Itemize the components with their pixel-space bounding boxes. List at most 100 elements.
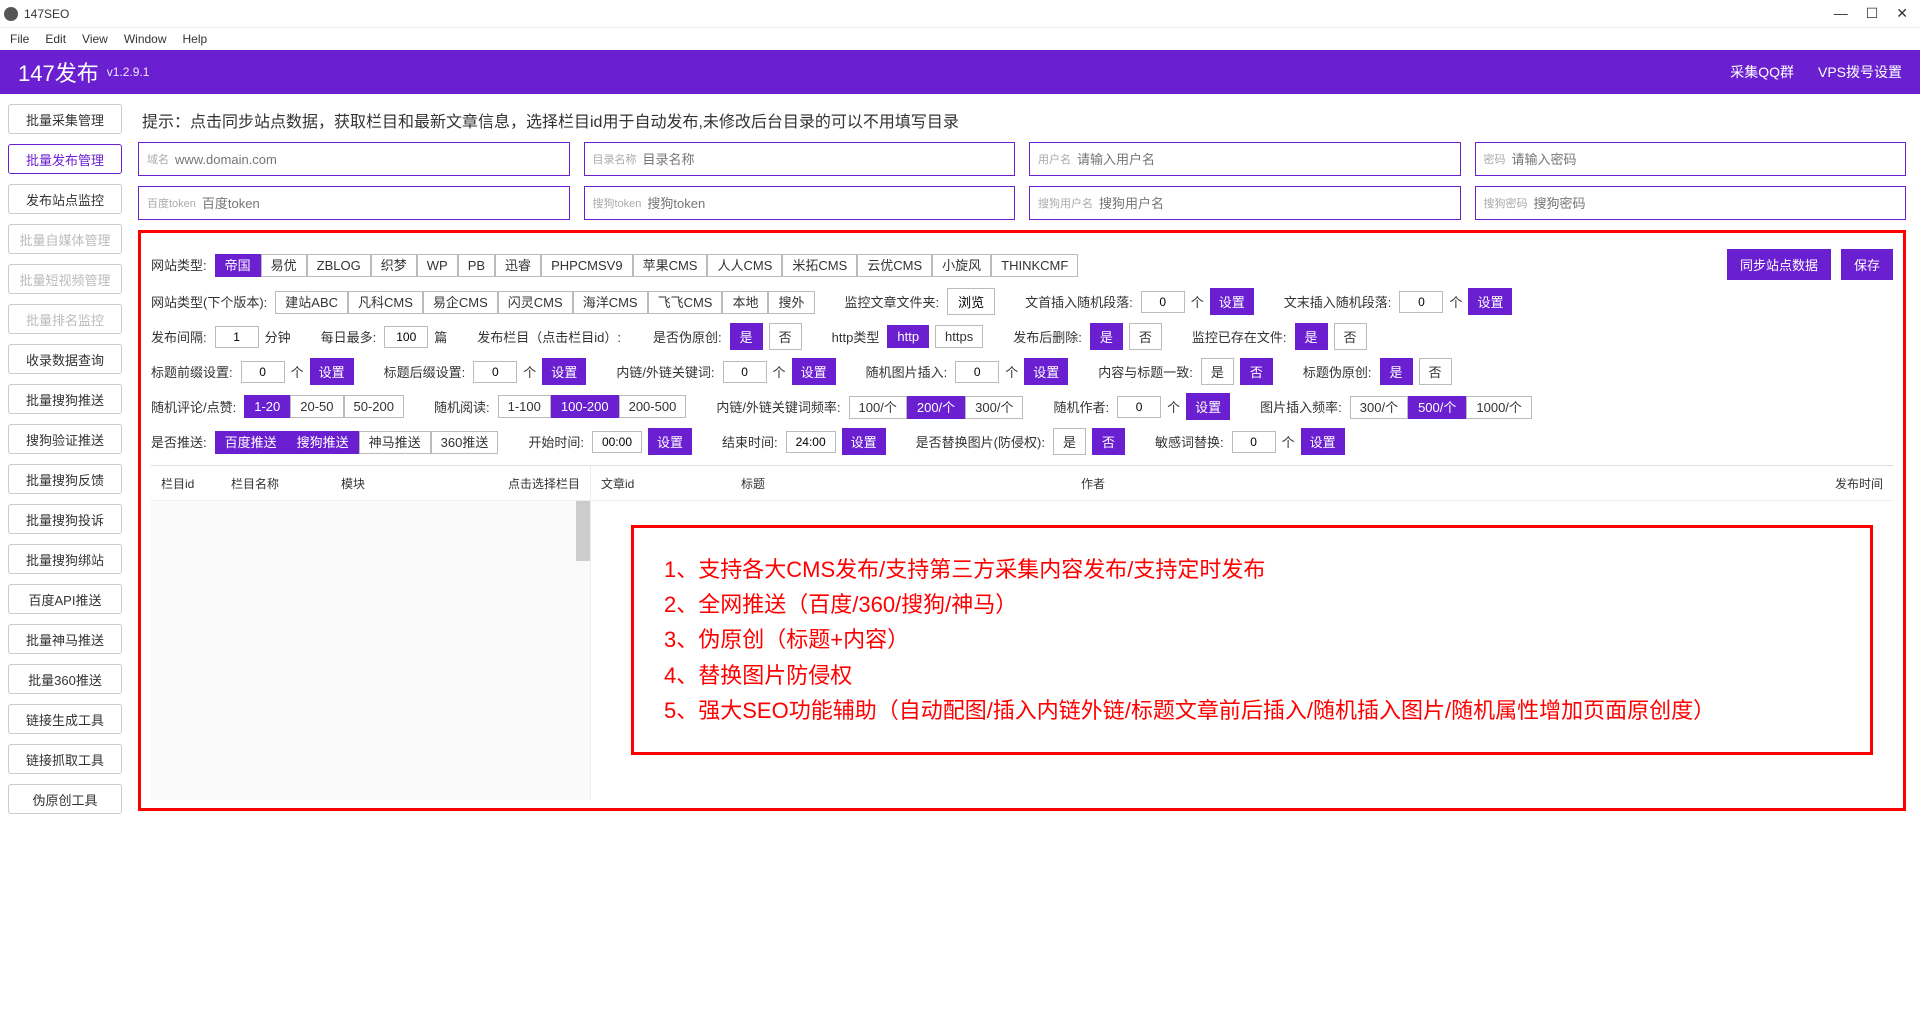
text-input[interactable] [202,196,561,211]
ct-yes[interactable]: 是 [1201,358,1234,385]
tp-no[interactable]: 否 [1419,358,1452,385]
comment-opt-2[interactable]: 50-200 [344,395,404,418]
suffix-para-input[interactable] [1399,291,1443,313]
push-opt-1[interactable]: 搜狗推送 [287,431,359,454]
site-type-tab-5[interactable]: PB [458,254,495,277]
site-type-next-tab-0[interactable]: 建站ABC [275,291,348,314]
img-freq-opt-1[interactable]: 500/个 [1408,396,1466,419]
site-type-tab-6[interactable]: 迅睿 [495,254,541,277]
delete-yes[interactable]: 是 [1090,323,1123,350]
title-prefix-setting[interactable]: 设置 [310,358,354,385]
rand-img-setting[interactable]: 设置 [1024,358,1068,385]
sidebar-item-9[interactable]: 批量搜狗反馈 [8,464,122,494]
read-opt-0[interactable]: 1-100 [498,395,551,418]
sidebar-item-1[interactable]: 批量发布管理 [8,144,122,174]
menu-window[interactable]: Window [118,30,173,48]
text-input[interactable] [1534,196,1898,211]
sidebar-item-17[interactable]: 伪原创工具 [8,784,122,814]
read-opt-2[interactable]: 200-500 [619,395,687,418]
title-suffix-input[interactable] [473,361,517,383]
site-type-tab-2[interactable]: ZBLOG [307,254,371,277]
text-input[interactable] [1077,152,1452,167]
sidebar-item-10[interactable]: 批量搜狗投诉 [8,504,122,534]
text-input[interactable] [643,152,1007,167]
sidebar-item-6[interactable]: 收录数据查询 [8,344,122,374]
push-opt-3[interactable]: 360推送 [431,431,499,454]
header-link-vps[interactable]: VPS拨号设置 [1818,62,1902,82]
inlink-setting[interactable]: 设置 [792,358,836,385]
site-type-tab-0[interactable]: 帝国 [215,254,261,277]
ri-yes[interactable]: 是 [1053,428,1086,455]
site-type-tab-10[interactable]: 米拓CMS [782,254,857,277]
site-type-tab-12[interactable]: 小旋风 [932,254,991,277]
site-type-next-tab-3[interactable]: 闪灵CMS [498,291,573,314]
site-type-next-tab-4[interactable]: 海洋CMS [573,291,648,314]
text-input[interactable] [1512,152,1898,167]
inlink-input[interactable] [723,361,767,383]
daily-max-input[interactable] [384,326,428,348]
site-type-next-tab-5[interactable]: 飞飞CMS [648,291,723,314]
title-prefix-input[interactable] [241,361,285,383]
sidebar-item-7[interactable]: 批量搜狗推送 [8,384,122,414]
site-type-tab-8[interactable]: 苹果CMS [633,254,708,277]
https-tab[interactable]: https [935,325,983,348]
text-input[interactable] [647,196,1006,211]
sidebar-item-13[interactable]: 批量神马推送 [8,624,122,654]
sidebar-item-2[interactable]: 发布站点监控 [8,184,122,214]
sidebar-item-12[interactable]: 百度API推送 [8,584,122,614]
comment-opt-1[interactable]: 20-50 [290,395,343,418]
site-type-next-tab-6[interactable]: 本地 [722,291,768,314]
comment-opt-0[interactable]: 1-20 [244,395,290,418]
sidebar-item-0[interactable]: 批量采集管理 [8,104,122,134]
push-opt-2[interactable]: 神马推送 [359,431,431,454]
exist-yes[interactable]: 是 [1295,323,1328,350]
end-time-input[interactable] [786,431,836,453]
sync-button[interactable]: 同步站点数据 [1727,249,1831,280]
end-time-setting[interactable]: 设置 [842,428,886,455]
site-type-next-tab-2[interactable]: 易企CMS [423,291,498,314]
scrollbar-thumb[interactable] [576,501,590,561]
menu-file[interactable]: File [4,30,35,48]
site-type-tab-11[interactable]: 云优CMS [857,254,932,277]
rand-img-input[interactable] [955,361,999,383]
prefix-setting-button[interactable]: 设置 [1210,288,1254,315]
pseudo-no[interactable]: 否 [769,323,802,350]
freq-opt-2[interactable]: 300/个 [965,396,1023,419]
site-type-tab-1[interactable]: 易优 [261,254,307,277]
browse-button[interactable]: 浏览 [947,288,995,315]
rand-author-setting[interactable]: 设置 [1186,393,1230,420]
menu-view[interactable]: View [76,30,114,48]
site-type-next-tab-1[interactable]: 凡科CMS [348,291,423,314]
ct-no[interactable]: 否 [1240,358,1273,385]
sidebar-item-15[interactable]: 链接生成工具 [8,704,122,734]
prefix-para-input[interactable] [1141,291,1185,313]
interval-input[interactable] [215,326,259,348]
pseudo-yes[interactable]: 是 [730,323,763,350]
site-type-tab-9[interactable]: 人人CMS [707,254,782,277]
minimize-button[interactable]: — [1834,5,1848,22]
site-type-next-tab-7[interactable]: 搜外 [768,291,814,314]
site-type-tab-7[interactable]: PHPCMSV9 [541,254,633,277]
sidebar-item-8[interactable]: 搜狗验证推送 [8,424,122,454]
delete-no[interactable]: 否 [1129,323,1162,350]
http-tab[interactable]: http [887,325,929,348]
suffix-setting-button[interactable]: 设置 [1468,288,1512,315]
text-input[interactable] [1099,196,1452,211]
site-type-tab-3[interactable]: 织梦 [371,254,417,277]
close-button[interactable]: ✕ [1896,5,1908,22]
maximize-button[interactable]: ☐ [1866,5,1879,22]
save-button[interactable]: 保存 [1841,249,1893,280]
site-type-tab-4[interactable]: WP [417,254,458,277]
sidebar-item-16[interactable]: 链接抓取工具 [8,744,122,774]
exist-no[interactable]: 否 [1334,323,1367,350]
img-freq-opt-2[interactable]: 1000/个 [1466,396,1532,419]
ri-no[interactable]: 否 [1092,428,1125,455]
rand-author-input[interactable] [1117,396,1161,418]
menu-help[interactable]: Help [177,30,214,48]
start-time-setting[interactable]: 设置 [648,428,692,455]
sensitive-setting[interactable]: 设置 [1301,428,1345,455]
freq-opt-0[interactable]: 100/个 [849,396,907,419]
header-link-qq[interactable]: 采集QQ群 [1730,62,1794,82]
sidebar-item-14[interactable]: 批量360推送 [8,664,122,694]
sidebar-item-11[interactable]: 批量搜狗绑站 [8,544,122,574]
